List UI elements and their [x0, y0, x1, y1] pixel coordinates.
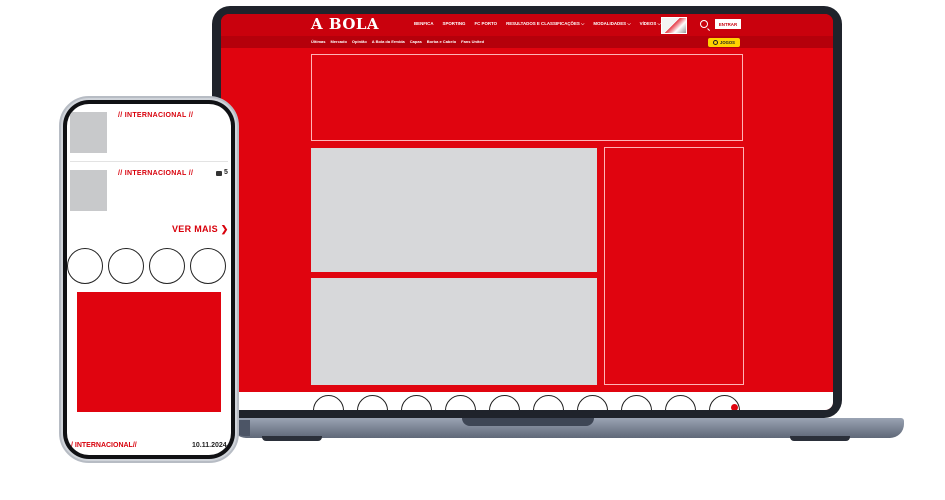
comment-icon	[216, 171, 222, 176]
phone-screen: // INTERNACIONAL // // INTERNACIONAL // …	[67, 104, 231, 455]
stories-row	[313, 395, 740, 410]
chevron-down-icon: ⌵	[581, 21, 585, 26]
story-circle[interactable]	[149, 248, 185, 284]
subnav-item-ultimas[interactable]: Últimas	[311, 39, 325, 44]
article-thumbnail-placeholder[interactable]	[70, 170, 107, 211]
nav-item-benfica[interactable]: BENFICA	[414, 21, 434, 26]
laptop-foot	[790, 436, 850, 441]
device-mockup: A BOLA BENFICA SPORTING FC PORTO RESULTA…	[0, 0, 945, 500]
subnav-item-fans[interactable]: Fans United	[461, 39, 484, 44]
story-circle[interactable]	[67, 248, 103, 284]
sidebar-ad-placeholder	[604, 147, 744, 385]
chevron-down-icon: ⌵	[627, 21, 631, 26]
nav-item-resultados-label: RESULTADOS E CLASSIFICAÇÕES	[506, 21, 580, 26]
nav-item-modalidades[interactable]: MODALIDADES ⌵	[593, 21, 630, 26]
secondary-nav: Últimas Mercado Opinião A Bola da Ermida…	[221, 36, 833, 48]
article-card-placeholder[interactable]	[311, 148, 597, 272]
laptop-notch	[462, 418, 594, 426]
nav-item-videos-label: VÍDEOS	[639, 21, 657, 26]
nav-item-modalidades-label: MODALIDADES	[593, 21, 627, 26]
story-circle[interactable]	[577, 395, 608, 410]
nav-item-fcporto[interactable]: FC PORTO	[474, 21, 497, 26]
ad-banner-placeholder	[311, 54, 743, 141]
category-tag[interactable]: // INTERNACIONAL //	[118, 170, 193, 177]
newspaper-cover-thumbnail[interactable]	[661, 17, 687, 34]
nav-item-resultados[interactable]: RESULTADOS E CLASSIFICAÇÕES ⌵	[506, 21, 584, 26]
article-thumbnail-placeholder[interactable]	[70, 112, 107, 153]
subnav-item-opiniao[interactable]: Opinião	[352, 39, 367, 44]
site-logo[interactable]: A BOLA	[311, 15, 379, 33]
search-icon[interactable]	[700, 20, 708, 28]
site-header: A BOLA BENFICA SPORTING FC PORTO RESULTA…	[221, 14, 833, 36]
jogos-button[interactable]: JOGOS	[708, 38, 740, 47]
comment-count: 5	[224, 169, 228, 176]
story-circle[interactable]	[665, 395, 696, 410]
main-nav: BENFICA SPORTING FC PORTO RESULTADOS E C…	[414, 21, 661, 26]
jogos-label: JOGOS	[720, 40, 735, 45]
story-circle[interactable]	[313, 395, 344, 410]
ad-placeholder	[77, 292, 221, 412]
category-tag[interactable]: // INTERNACIONAL //	[118, 112, 193, 119]
stories-row	[67, 248, 226, 284]
jogos-icon	[713, 40, 719, 45]
story-circle[interactable]	[489, 395, 520, 410]
story-circle[interactable]	[108, 248, 144, 284]
subnav-item-capas[interactable]: Capas	[410, 39, 422, 44]
nav-item-videos[interactable]: VÍDEOS ⌵	[640, 21, 661, 26]
article-date: 10.11.2024	[192, 442, 227, 449]
category-tag[interactable]: / INTERNACIONAL//	[71, 442, 137, 449]
story-circle[interactable]	[445, 395, 476, 410]
laptop-foot	[262, 436, 322, 441]
subnav-item-ermida[interactable]: A Bola da Ermida	[372, 39, 405, 44]
subnav-item-borba[interactable]: Borba e Cabelo	[427, 39, 456, 44]
story-circle[interactable]	[401, 395, 432, 410]
see-more-link[interactable]: VER MAIS ❯	[172, 224, 229, 235]
story-circle[interactable]	[533, 395, 564, 410]
article-card-placeholder[interactable]	[311, 278, 597, 385]
story-circle[interactable]	[190, 248, 226, 284]
secondary-nav-items: Últimas Mercado Opinião A Bola da Ermida…	[311, 39, 484, 44]
story-circle[interactable]	[357, 395, 388, 410]
laptop-screen: A BOLA BENFICA SPORTING FC PORTO RESULTA…	[221, 14, 833, 410]
nav-item-sporting[interactable]: SPORTING	[443, 21, 466, 26]
subnav-item-mercado[interactable]: Mercado	[330, 39, 346, 44]
login-button[interactable]: ENTRAR	[715, 19, 741, 29]
notification-dot	[731, 404, 738, 410]
story-circle[interactable]	[621, 395, 652, 410]
divider	[70, 161, 228, 162]
